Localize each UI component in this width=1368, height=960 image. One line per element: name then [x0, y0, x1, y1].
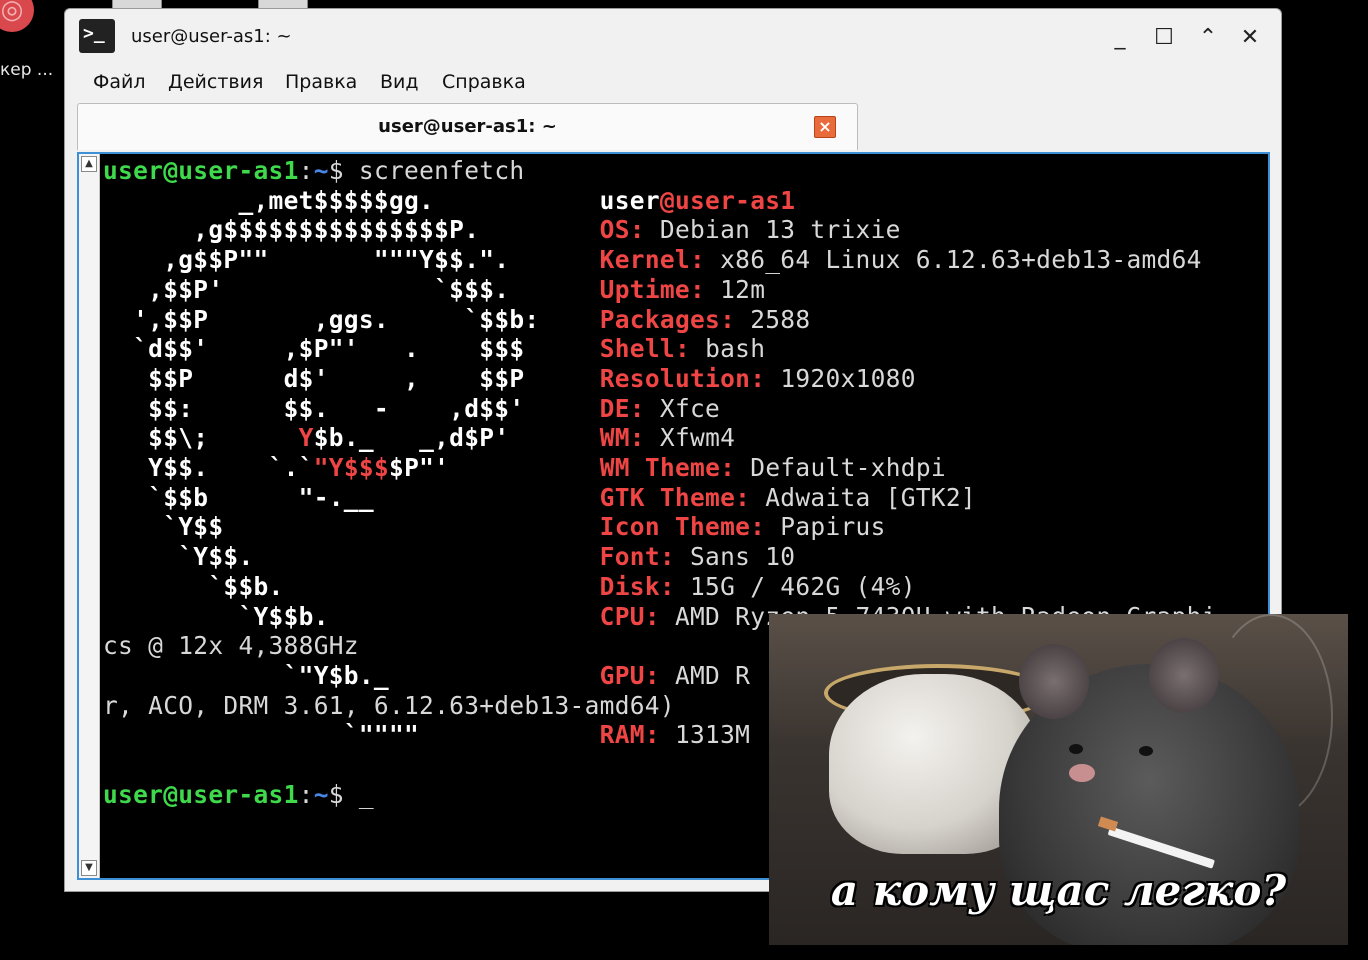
info-value: Default-xhdpi [750, 453, 946, 483]
prompt-user: user@user-as1 [103, 779, 299, 809]
rat-eye [1139, 746, 1153, 756]
info-value: Papirus [780, 512, 886, 542]
info-key: GTK Theme: [599, 482, 751, 512]
scroll-up-icon[interactable]: ▲ [81, 156, 97, 172]
info-value: 1920x1080 [780, 363, 916, 393]
info-key: GPU: [599, 660, 660, 690]
info-key: WM Theme: [599, 453, 736, 483]
meme-image: а кому щас легко? [769, 614, 1348, 945]
info-key: CPU: [599, 601, 660, 631]
info-value: Xfwm4 [659, 423, 736, 453]
title-bar[interactable]: >_ user@user-as1: ~ _ ☐ ⌃ ✕ [65, 9, 1281, 67]
info-value: Xfce [659, 393, 721, 423]
vertical-scrollbar[interactable]: ▲ ▼ [79, 154, 100, 878]
wrapped-text: cs @ 12x 4,388GHz [103, 631, 359, 661]
maximize-button[interactable]: ☐ [1149, 23, 1179, 53]
menu-help[interactable]: Справка [442, 71, 526, 93]
info-value: Adwaita [GTK2] [765, 482, 976, 512]
menu-file[interactable]: Файл [93, 71, 146, 93]
info-user: user [599, 185, 660, 215]
info-key: Kernel: [599, 245, 706, 275]
prompt-path: ~ [313, 779, 329, 809]
cursor: _ [358, 779, 374, 809]
info-key: Disk: [599, 571, 675, 601]
info-value: Debian 13 trixie [659, 215, 901, 245]
info-key: Uptime: [599, 274, 706, 304]
menu-edit[interactable]: Правка [285, 71, 357, 93]
rat-eye [1069, 744, 1083, 754]
info-value: AMD R [674, 660, 751, 690]
info-value: 2588 [750, 304, 811, 334]
desktop-icon-label[interactable]: кер ... [0, 60, 53, 80]
info-key: Packages: [599, 304, 736, 334]
prompt-path: ~ [313, 156, 329, 185]
info-key: WM: [599, 423, 645, 453]
info-key: Shell: [599, 334, 690, 364]
rat-ear [1019, 644, 1089, 719]
menu-view[interactable]: Вид [380, 71, 419, 93]
tab-title: user@user-as1: ~ [378, 116, 557, 137]
tab-close-icon[interactable]: × [814, 116, 836, 138]
info-value: 1313M [674, 720, 751, 750]
info-key: Icon Theme: [599, 512, 766, 542]
menu-bar: Файл Действия Правка Вид Справка [65, 67, 1281, 99]
rat-nose [1069, 764, 1095, 782]
wrapped-text: r, ACO, DRM 3.61, 6.12.63+deb13-amd64) [103, 690, 675, 720]
info-value: 12m [720, 274, 766, 304]
info-value: 15G / 462G (4%) [690, 571, 916, 601]
meme-caption: а кому щас легко? [830, 866, 1287, 915]
scroll-down-icon[interactable]: ▼ [81, 860, 97, 876]
prompt-sign: $ [328, 156, 344, 185]
menu-actions[interactable]: Действия [168, 71, 263, 93]
info-key: OS: [599, 215, 645, 245]
terminal-app-icon: >_ [79, 19, 115, 53]
rat-ear [1149, 638, 1219, 713]
info-key: Resolution: [599, 363, 766, 393]
app-icon[interactable]: ◎ [0, 0, 34, 32]
info-value: Sans 10 [690, 542, 796, 572]
minimize-button[interactable]: _ [1105, 23, 1135, 53]
command-text: screenfetch [358, 156, 525, 185]
info-host: user-as1 [674, 185, 796, 215]
close-button[interactable]: ✕ [1235, 23, 1265, 53]
info-key: DE: [599, 393, 645, 423]
info-value: x86_64 Linux 6.12.63+deb13-amd64 [720, 245, 1202, 275]
window-title: user@user-as1: ~ [131, 26, 292, 47]
prompt-user: user@user-as1 [103, 156, 299, 185]
info-key: RAM: [599, 720, 660, 750]
info-value: bash [705, 334, 766, 364]
tab-terminal[interactable]: user@user-as1: ~ × [77, 103, 858, 150]
prompt-sign: $ [328, 779, 344, 809]
shade-button[interactable]: ⌃ [1193, 23, 1223, 53]
info-key: Font: [599, 542, 675, 572]
